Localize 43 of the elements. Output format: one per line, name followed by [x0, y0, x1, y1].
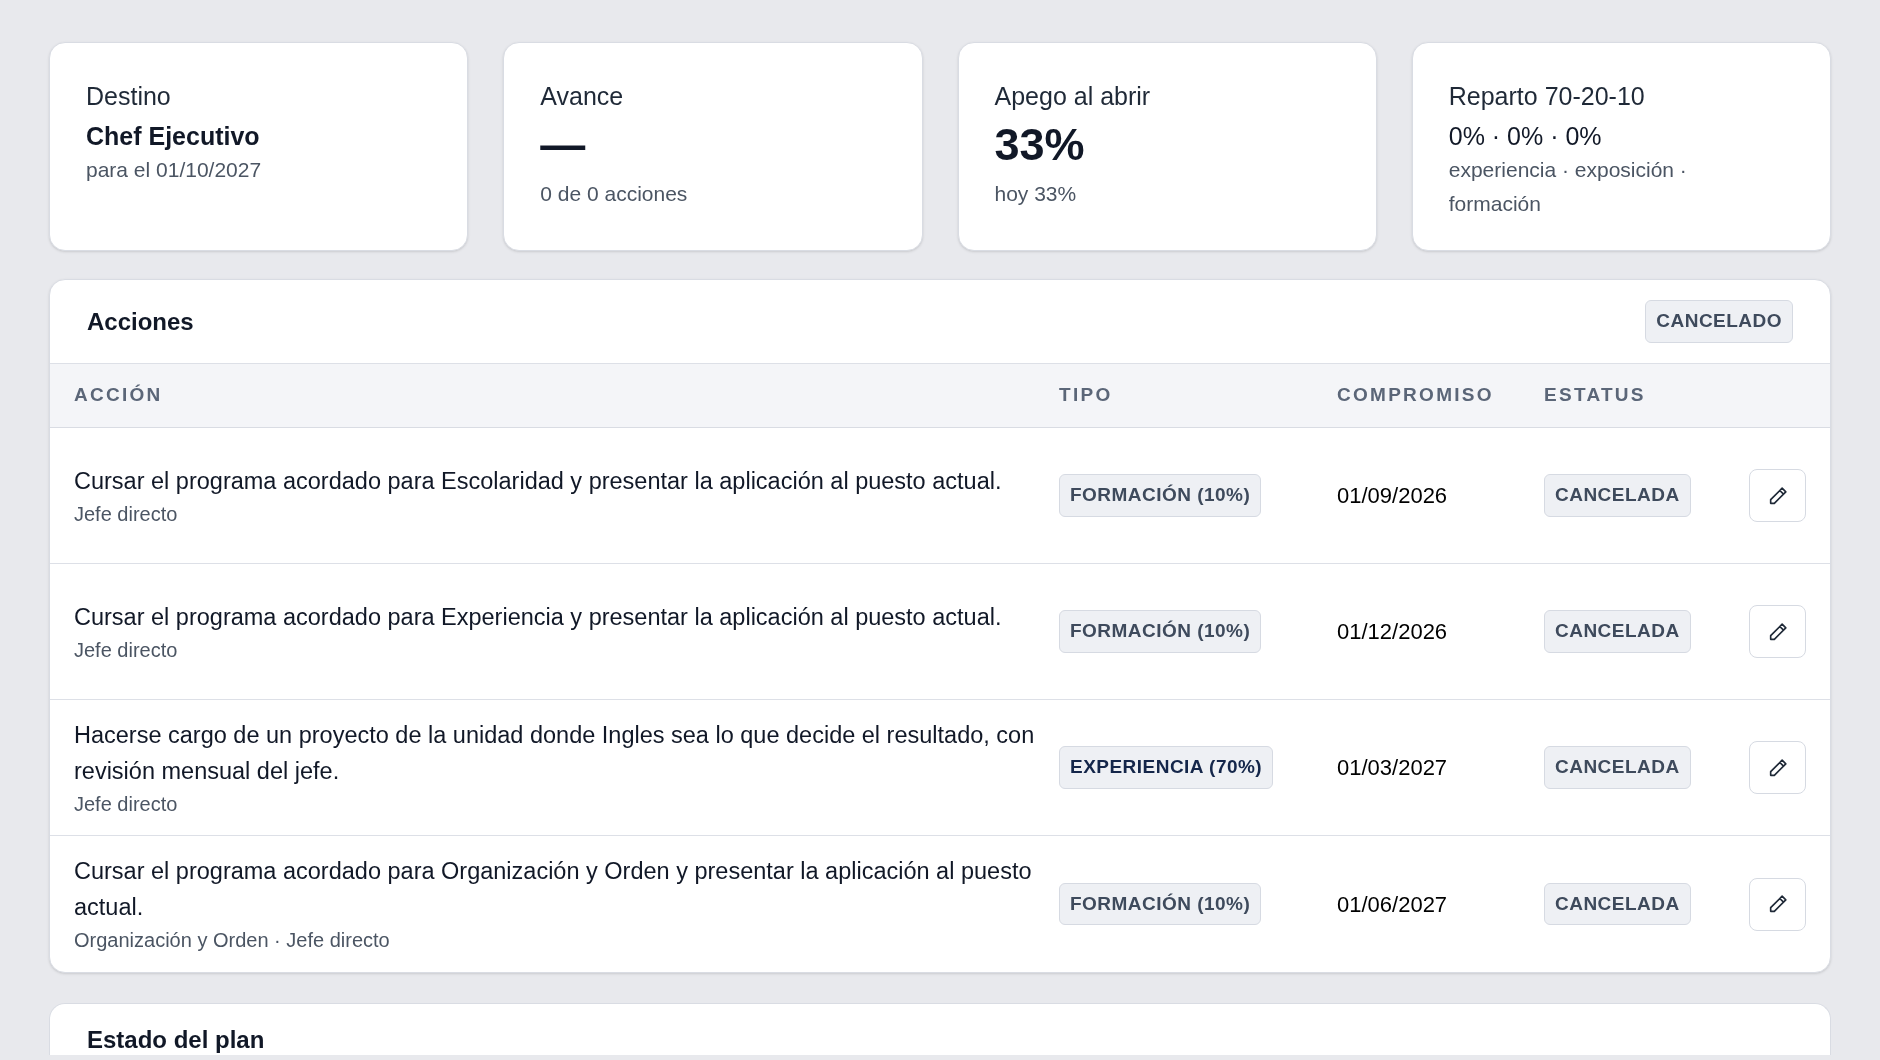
action-owner: Jefe directo: [74, 791, 179, 817]
status-badge: CANCELADA: [1544, 882, 1691, 926]
card-value: —: [540, 118, 587, 172]
card-label: Apego al abrir: [994, 81, 1152, 112]
card-label: Reparto 70-20-10: [1448, 81, 1646, 112]
type-badge: FORMACIÓN (10%): [1059, 882, 1262, 926]
due-date: 01/06/2027: [1337, 890, 1448, 919]
status-badge: CANCELADA: [1544, 474, 1691, 517]
type-badge: FORMACIÓN (10%): [1059, 474, 1262, 517]
edit-button[interactable]: [1749, 605, 1806, 658]
card-subtext: hoy 33%: [994, 181, 1078, 207]
column-header: TIPO: [1059, 383, 1113, 408]
edit-button[interactable]: [1749, 469, 1806, 522]
action-text: Cursar el programa acordado para Escolaridad y presentar la aplicación al puesto actual.: [74, 466, 1003, 496]
section-title: Estado del plan: [87, 1026, 265, 1053]
action-text: Cursar el programa acordado para Experiencia y presentar la aplicación al puesto actual.: [74, 602, 1003, 632]
status-badge: CANCELADO: [1645, 300, 1793, 343]
action-owner: Jefe directo: [74, 637, 179, 663]
action-text: Hacerse cargo de un proyecto de la unidad donde Ingles sea lo que decide el resultado, con revisión mensual del jefe.: [74, 720, 1036, 786]
status-badge: CANCELADA: [1544, 746, 1691, 789]
edit-button[interactable]: [1749, 741, 1806, 794]
status-badge: CANCELADA: [1544, 610, 1691, 653]
card-subtext: 0 de 0 acciones: [540, 181, 689, 207]
section-title: Acciones: [87, 306, 194, 337]
card-subtext: experiencia · exposición · formación: [1448, 157, 1688, 217]
card-label: Destino: [86, 81, 172, 112]
column-header: ACCIÓN: [74, 383, 163, 408]
column-header: ESTATUS: [1544, 383, 1646, 408]
type-badge: FORMACIÓN (10%): [1059, 610, 1262, 653]
card-value: 0% · 0% · 0%: [1448, 121, 1603, 152]
action-text: Cursar el programa acordado para Organización y Orden y presentar la aplicación al puesto actual.: [74, 857, 1033, 922]
card-label: Avance: [540, 81, 625, 112]
due-date: 01/03/2027: [1337, 754, 1448, 782]
due-date: 01/09/2026: [1337, 482, 1448, 510]
card-value: Chef Ejecutivo: [86, 121, 261, 152]
column-header: COMPROMISO: [1337, 383, 1494, 408]
action-owner: Jefe directo: [74, 501, 179, 527]
due-date: 01/12/2026: [1337, 618, 1448, 646]
card-value: 33%: [994, 118, 1086, 172]
card-subtext: para el 01/10/2027: [86, 157, 263, 183]
edit-button[interactable]: [1749, 877, 1806, 931]
action-owner: Organización y Orden · Jefe directo: [74, 928, 391, 953]
type-badge: EXPERIENCIA (70%): [1059, 746, 1274, 789]
